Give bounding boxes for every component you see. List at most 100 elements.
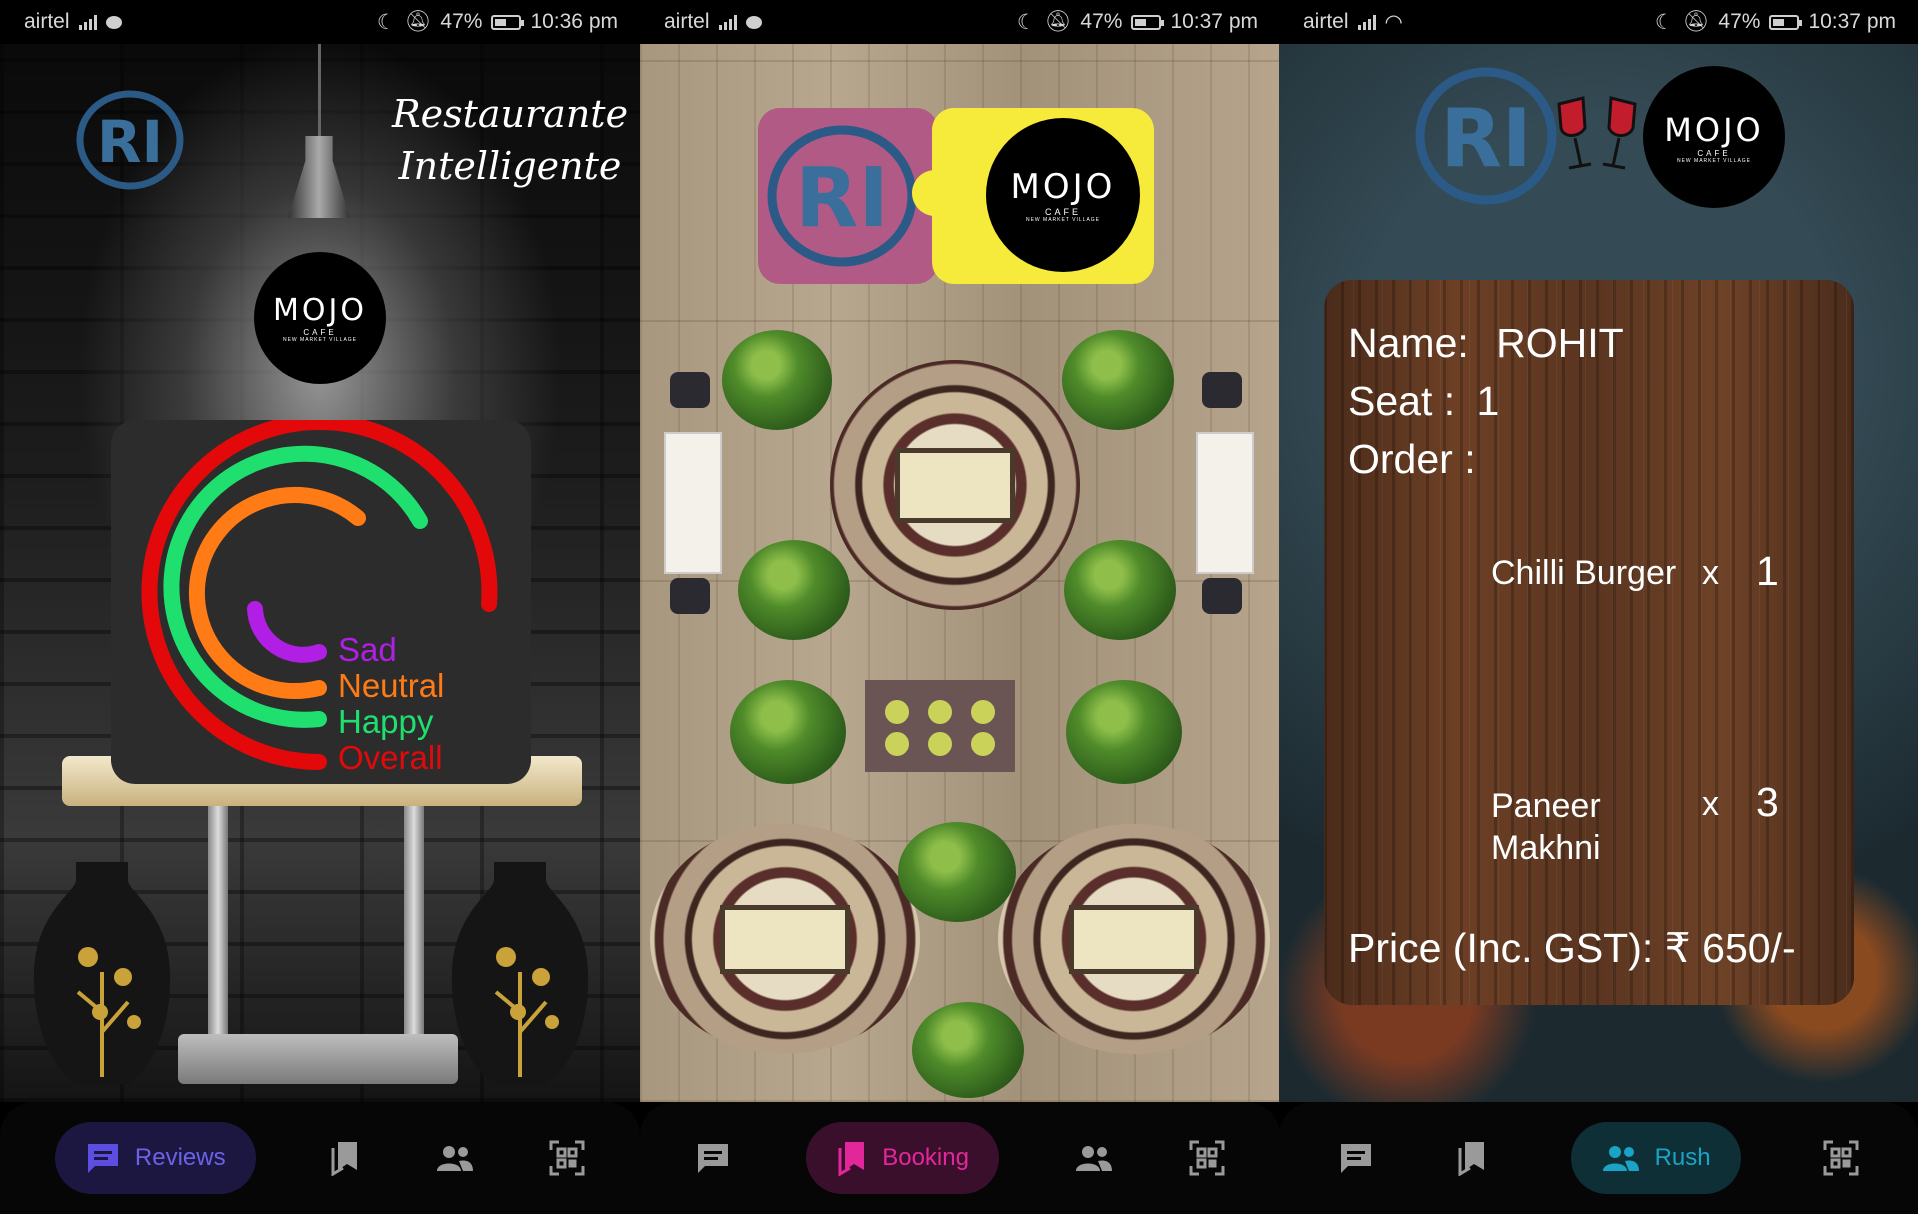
nav-reviews-label: Reviews bbox=[134, 1144, 226, 1171]
nav-qr-tab[interactable] bbox=[1823, 1122, 1859, 1194]
plant-icon bbox=[722, 330, 832, 430]
brand-title-line2: Intelligente bbox=[398, 144, 622, 188]
nav-booking-tab[interactable] bbox=[329, 1122, 361, 1194]
nav-qr-tab[interactable] bbox=[1189, 1122, 1225, 1194]
chair bbox=[1202, 372, 1242, 408]
moon-icon: ☾ bbox=[1654, 10, 1674, 34]
nav-rush-tab[interactable]: Rush bbox=[1570, 1122, 1741, 1194]
order-item-x: x bbox=[1702, 785, 1719, 823]
mojo-logo-tagline: NEW MARKET VILLAGE bbox=[1025, 217, 1101, 223]
chair bbox=[1202, 578, 1242, 614]
chat-icon bbox=[695, 1141, 731, 1175]
vase-left-icon bbox=[33, 862, 171, 1084]
mojo-logo-name: MOJO bbox=[1664, 110, 1764, 149]
price-label: Price (Inc. GST): bbox=[1348, 925, 1654, 971]
bookmark-icon bbox=[836, 1140, 868, 1176]
nav-rush-tab[interactable] bbox=[435, 1122, 475, 1194]
bottom-navigation: Reviews bbox=[0, 1102, 640, 1214]
battery-percent: 47% bbox=[1718, 10, 1761, 33]
bookmark-icon bbox=[1456, 1140, 1488, 1176]
legend-neutral: Neutral bbox=[338, 667, 445, 704]
clock: 10:37 pm bbox=[1170, 10, 1258, 33]
bottom-navigation: Rush bbox=[1279, 1102, 1918, 1214]
nav-rush-tab[interactable] bbox=[1074, 1122, 1114, 1194]
chat-icon bbox=[1338, 1141, 1374, 1175]
battery-icon bbox=[1131, 14, 1165, 30]
mojo-logo-name: MOJO bbox=[273, 293, 367, 328]
signal-icon bbox=[78, 14, 97, 30]
sentiment-legend: Sad Neutral Happy Overall bbox=[338, 632, 444, 776]
sad-arc bbox=[247, 601, 327, 663]
legend-overall: Overall bbox=[338, 739, 443, 776]
moon-icon: ☾ bbox=[1016, 10, 1036, 34]
reviews-screen: airtel ☾ 🔕︎ 47% 10:36 pm RI Restaurante … bbox=[0, 0, 640, 1214]
order-item-name: Chilli Burger bbox=[1491, 554, 1677, 592]
plant-icon bbox=[912, 1002, 1024, 1098]
plant-icon bbox=[738, 540, 850, 640]
order-item-qty: 3 bbox=[1756, 779, 1779, 825]
seat-label: Seat : bbox=[1348, 378, 1456, 424]
nav-qr-tab[interactable] bbox=[549, 1122, 585, 1194]
mute-icon: 🔕︎ bbox=[404, 10, 432, 33]
bookmark-icon bbox=[329, 1140, 361, 1176]
bottom-navigation: Booking bbox=[640, 1102, 1280, 1214]
wifi-icon: ◠ bbox=[1384, 10, 1403, 34]
people-icon bbox=[1601, 1144, 1641, 1172]
status-bar: airtel ◠ ☾ 🔕︎ 47% 10:37 pm bbox=[1279, 0, 1918, 44]
nav-booking-tab[interactable]: Booking bbox=[806, 1122, 999, 1194]
nav-reviews-tab[interactable] bbox=[695, 1122, 731, 1194]
ri-puzzle-logo: RI bbox=[758, 108, 938, 284]
order-item-qty: 1 bbox=[1756, 548, 1779, 594]
signal-icon bbox=[1357, 14, 1376, 30]
mojo-logo-sub: CAFE bbox=[1697, 148, 1731, 158]
legend-happy: Happy bbox=[338, 703, 434, 740]
price-row: Price (Inc. GST): ₹ 650/- bbox=[1348, 924, 1796, 972]
name-label: Name: bbox=[1348, 320, 1469, 366]
round-table-bottom-left[interactable] bbox=[650, 824, 920, 1054]
mute-icon: 🔕︎ bbox=[1682, 10, 1710, 33]
side-table-right[interactable] bbox=[1196, 432, 1254, 574]
signal-icon bbox=[718, 14, 737, 30]
mojo-logo-sub: CAFE bbox=[303, 328, 337, 337]
mojo-puzzle-logo: MOJO CAFE NEW MARKET VILLAGE bbox=[912, 108, 1154, 284]
status-bar: airtel ☾ 🔕︎ 47% 10:37 pm bbox=[640, 0, 1280, 44]
qr-scan-icon bbox=[1189, 1140, 1225, 1176]
chat-icon bbox=[85, 1141, 121, 1175]
ri-logo-text: RI bbox=[97, 108, 163, 176]
moon-icon: ☾ bbox=[376, 10, 396, 34]
round-table-top[interactable] bbox=[830, 360, 1080, 610]
seat-row: Seat : 1 bbox=[1348, 378, 1499, 425]
order-card: Name: ROHIT Seat : 1 Order : Chilli Burg… bbox=[1324, 280, 1854, 1005]
battery-icon bbox=[1769, 14, 1803, 30]
qr-scan-icon bbox=[1823, 1140, 1859, 1176]
round-table-bottom-right[interactable] bbox=[998, 824, 1270, 1054]
mojo-cafe-logo: MOJO CAFE NEW MARKET VILLAGE bbox=[254, 252, 386, 384]
ri-logo: RI bbox=[1415, 67, 1557, 205]
mojo-logo-tagline: NEW MARKET VILLAGE bbox=[282, 337, 358, 343]
message-icon bbox=[105, 15, 122, 29]
mojo-logo-sub: CAFE bbox=[1044, 207, 1081, 217]
nav-booking-label: Booking bbox=[882, 1144, 969, 1171]
mojo-logo-name: MOJO bbox=[1010, 167, 1116, 207]
brand-title-line1: Restaurante bbox=[392, 92, 629, 136]
sentiment-radial-chart bbox=[141, 420, 498, 770]
table-base bbox=[178, 1034, 458, 1084]
message-icon bbox=[745, 15, 762, 29]
plant-icon bbox=[730, 680, 846, 784]
price-value: ₹ 650/- bbox=[1664, 925, 1796, 971]
side-table-left[interactable] bbox=[664, 432, 722, 574]
chair bbox=[670, 578, 710, 614]
mojo-logo-tagline: NEW MARKET VILLAGE bbox=[1676, 157, 1752, 164]
ri-logo-text: RI bbox=[1440, 92, 1531, 185]
plant-icon bbox=[898, 822, 1016, 922]
order-item: Paneer Makhni x 3 bbox=[1491, 779, 1821, 875]
nav-reviews-tab[interactable] bbox=[1338, 1122, 1374, 1194]
brand-title: Restaurante Intelligente bbox=[392, 88, 628, 192]
nav-reviews-tab[interactable]: Reviews bbox=[54, 1122, 256, 1194]
order-item: Chilli Burger x 1 bbox=[1491, 548, 1821, 614]
chair bbox=[670, 372, 710, 408]
nav-booking-tab[interactable] bbox=[1456, 1122, 1488, 1194]
carrier-label: airtel bbox=[1303, 10, 1349, 33]
long-table-center[interactable] bbox=[865, 680, 1015, 772]
vase-right-icon bbox=[451, 862, 589, 1084]
